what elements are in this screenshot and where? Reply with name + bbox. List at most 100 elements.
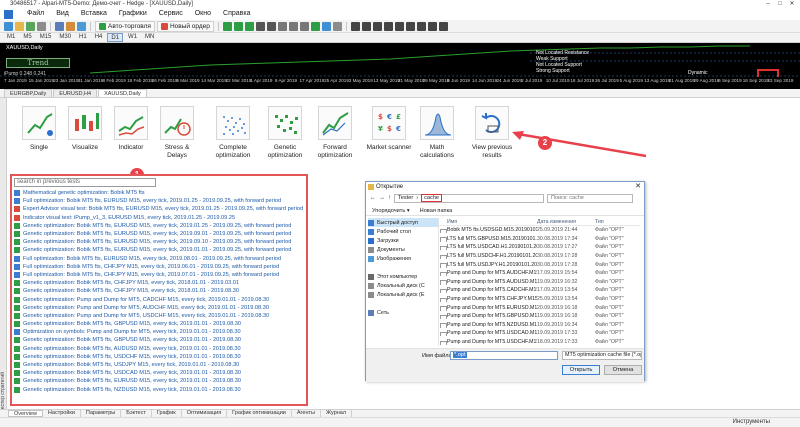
file-row[interactable]: LTS full MT5.GBPUSD.M15.20190101.201...3…: [439, 235, 640, 244]
history-item[interactable]: Genetic optimization: Bobik MT5 fts, EUR…: [14, 238, 304, 246]
tree-item[interactable]: Изображения: [368, 254, 438, 263]
history-item[interactable]: Genetic optimization: Bobik MT5 fts, EUR…: [14, 246, 304, 254]
chart-shift-icon[interactable]: [299, 21, 309, 31]
history-search-input[interactable]: search in previous tests: [14, 178, 156, 187]
history-item[interactable]: Genetic optimization: Bobik MT5 fts, USD…: [14, 353, 304, 361]
history-item[interactable]: Full optimization: Bobik MT5 fts, EURUSD…: [14, 255, 304, 263]
path-part-cache[interactable]: cache: [421, 194, 443, 202]
candle-chart-icon[interactable]: [233, 21, 243, 31]
chart-tab-xauusd[interactable]: XAUUSD,Daily: [98, 89, 147, 97]
history-item[interactable]: Expert Advisor visual test: Bobik MT5 ft…: [14, 205, 304, 213]
file-row[interactable]: Pump and Dump for MT5.GBPUSD.M15.2...19.…: [439, 312, 640, 321]
file-row[interactable]: Pump and Dump for MT5.CHFJPY.M15.2... 25.…: [439, 295, 640, 304]
menu-tools[interactable]: Сервис: [153, 8, 189, 20]
file-row[interactable]: Pump and Dump for MT5.NZDUSD.M15.2...19.…: [439, 321, 640, 330]
window-icon[interactable]: [37, 21, 46, 31]
mode-math-calculations[interactable]: Math calculations: [414, 106, 460, 166]
new-order-button[interactable]: Новый ордер: [156, 20, 214, 32]
tab-agents[interactable]: Агенты: [292, 410, 321, 417]
menu-charts[interactable]: Графики: [113, 8, 153, 20]
file-row[interactable]: Bobik MT5 fts.USDSGD.M15.20190101.201...…: [439, 226, 640, 235]
history-item[interactable]: Genetic optimization: Bobik MT5 fts, USD…: [14, 361, 304, 369]
tree-item[interactable]: Загрузки: [368, 236, 438, 245]
timeframe-m15[interactable]: M15: [37, 33, 55, 42]
history-item[interactable]: Genetic optimization: Bobik MT5 fts, GBP…: [14, 320, 304, 328]
profiles-icon[interactable]: [26, 21, 35, 31]
timeframe-w1[interactable]: W1: [125, 33, 140, 42]
tree-item[interactable]: Быстрый доступ: [368, 218, 438, 227]
zoom-out-icon[interactable]: [266, 21, 276, 31]
tab-backtest[interactable]: Бэктест: [121, 410, 152, 417]
history-item[interactable]: Genetic optimization: Bobik MT5 fts, USD…: [14, 369, 304, 377]
arrows-icon[interactable]: [438, 21, 448, 31]
file-row[interactable]: LTS full MT5.USDJPY.H1.20190101.2019...3…: [439, 260, 640, 269]
close-icon[interactable]: ✕: [635, 182, 641, 192]
cancel-button[interactable]: Отмена: [604, 365, 642, 375]
mode-complete-optimization[interactable]: Complete optimization: [210, 106, 256, 166]
maximize-icon[interactable]: □: [774, 0, 786, 8]
column-name[interactable]: Имя: [439, 219, 537, 225]
tab-optimization[interactable]: Оптимизация: [182, 410, 228, 417]
tree-item[interactable]: Локальный диск (C: [368, 281, 438, 290]
up-arrow-icon[interactable]: ↑: [388, 195, 391, 201]
tree-item[interactable]: Сеть: [368, 308, 438, 317]
history-item[interactable]: Full optimization: Bobik MT5 fts, EURUSD…: [14, 197, 304, 205]
autoscroll-icon[interactable]: [288, 21, 298, 31]
file-row[interactable]: Pump and Dump for MT5.EURUSD.M15.2...20.…: [439, 303, 640, 312]
organize-button[interactable]: Упорядочить ▾: [372, 208, 410, 214]
history-item[interactable]: Genetic optimization: Pump and Dump for …: [14, 304, 304, 312]
tree-item[interactable]: Локальный диск (E: [368, 290, 438, 299]
dialog-search-input[interactable]: Поиск: cache: [547, 193, 633, 203]
timeframe-m30[interactable]: M30: [56, 33, 74, 42]
tab-overview[interactable]: Overview: [8, 410, 43, 417]
zoom-in-icon[interactable]: [255, 21, 265, 31]
history-item[interactable]: Indicator visual test: iPump_v1_3, EURUS…: [14, 214, 304, 222]
periods-icon[interactable]: [332, 21, 342, 31]
channel-icon[interactable]: [405, 21, 415, 31]
menu-window[interactable]: Окно: [189, 8, 217, 20]
open-icon[interactable]: [15, 21, 24, 31]
timeframe-m1[interactable]: M1: [4, 33, 18, 42]
tree-item[interactable]: Документы: [368, 245, 438, 254]
trend-line-icon[interactable]: [394, 21, 404, 31]
navigator-icon[interactable]: [77, 21, 86, 31]
minimize-icon[interactable]: –: [762, 0, 774, 8]
filename-input[interactable]: *.opt: [450, 351, 558, 360]
tab-inputs[interactable]: Параметры: [81, 410, 122, 417]
history-item[interactable]: Genetic optimization: Bobik MT5 fts, EUR…: [14, 230, 304, 238]
menu-file[interactable]: Файл: [21, 8, 50, 20]
menu-insert[interactable]: Вставка: [75, 8, 113, 20]
text-icon[interactable]: [427, 21, 437, 31]
file-row[interactable]: Pump and Dump for MT5.USDCAD.M15.2...19.…: [439, 329, 640, 338]
new-chart-icon[interactable]: [4, 21, 13, 31]
address-bar[interactable]: Tester › cache: [394, 193, 544, 203]
market-watch-icon[interactable]: [55, 21, 64, 31]
mode-single[interactable]: Single: [16, 106, 62, 166]
column-type[interactable]: Тип: [595, 219, 635, 225]
history-item[interactable]: Genetic optimization: Bobik MT5 fts, EUR…: [14, 222, 304, 230]
mode-stress-delays[interactable]: Stress & Delays: [154, 106, 200, 166]
menu-view[interactable]: Вид: [50, 8, 75, 20]
mode-market-scanner[interactable]: $ € £ ¥ $ € Market scanner: [366, 106, 412, 166]
history-item[interactable]: Genetic optimization: Bobik MT5 fts, GBP…: [14, 336, 304, 344]
tree-item[interactable]: Этот компьютер: [368, 272, 438, 281]
new-folder-button[interactable]: Новая папка: [420, 208, 453, 214]
tab-settings[interactable]: Настройки: [43, 410, 81, 417]
menu-help[interactable]: Справка: [217, 8, 256, 20]
open-button[interactable]: Открыть: [562, 365, 600, 375]
back-arrow-icon[interactable]: ←: [370, 195, 376, 201]
close-icon[interactable]: ✕: [786, 0, 798, 8]
fibonacci-icon[interactable]: [416, 21, 426, 31]
tab-graph[interactable]: График: [152, 410, 182, 417]
mode-genetic-optimization[interactable]: Genetic optimization: [262, 106, 308, 166]
timeframe-h4[interactable]: H4: [92, 33, 106, 42]
horizontal-line-icon[interactable]: [383, 21, 393, 31]
forward-arrow-icon[interactable]: →: [379, 195, 385, 201]
history-item[interactable]: Genetic optimization: Bobik MT5 fts, AUD…: [14, 345, 304, 353]
history-item[interactable]: Genetic optimization: Bobik MT5 fts, NZD…: [14, 386, 304, 394]
timeframe-m5[interactable]: M5: [20, 33, 34, 42]
history-item[interactable]: Full optimization: Bobik MT5 fts, CHFJPY…: [14, 271, 304, 279]
history-item[interactable]: Genetic optimization: Bobik MT5 fts, CHF…: [14, 279, 304, 287]
file-row[interactable]: Pump and Dump for MT5.CADCHF.M15.2...17.…: [439, 286, 640, 295]
autotrade-button[interactable]: Авто-торговля: [95, 20, 155, 32]
